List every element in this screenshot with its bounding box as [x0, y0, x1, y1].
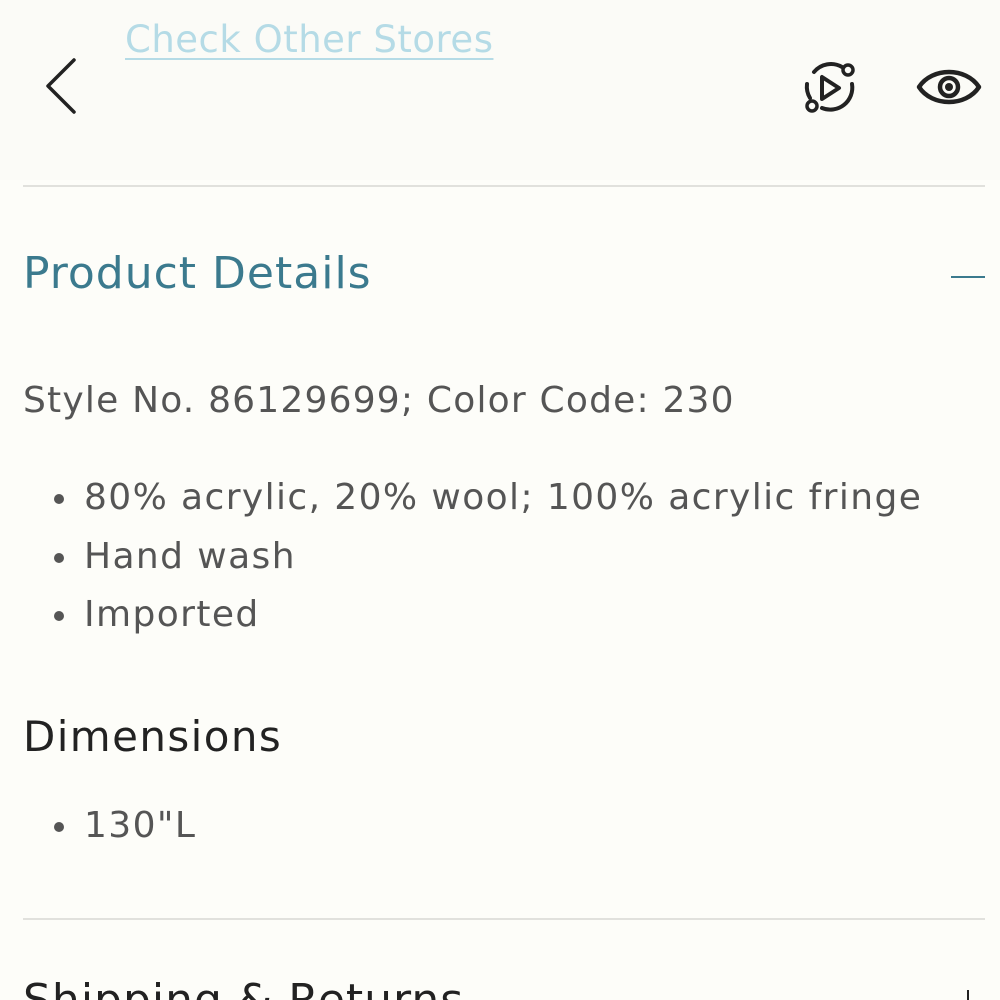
check-other-stores-link[interactable]: Check Other Stores	[125, 18, 493, 61]
dimensions-heading: Dimensions	[23, 712, 283, 761]
list-item-text: Hand wash	[84, 535, 296, 577]
minus-icon	[951, 276, 985, 278]
shipping-returns-title[interactable]: Shipping & Returns	[23, 975, 464, 1000]
list-item: 80% acrylic, 20% wool; 100% acrylic frin…	[50, 474, 922, 533]
list-item: Imported	[50, 591, 922, 650]
expand-toggle[interactable]	[948, 978, 988, 1000]
style-number-text: Style No. 86129699; Color Code: 230	[23, 380, 735, 421]
collapse-toggle[interactable]	[948, 262, 988, 292]
video-button[interactable]	[798, 58, 862, 118]
product-details-list: 80% acrylic, 20% wool; 100% acrylic frin…	[50, 474, 922, 650]
section-divider	[23, 918, 985, 920]
product-details-page: Check Other Stores Product Details Style…	[0, 0, 1000, 1000]
top-bar: Check Other Stores	[0, 0, 1000, 180]
back-button[interactable]	[38, 55, 88, 117]
plus-icon	[967, 990, 969, 1000]
bullet-dot	[54, 494, 64, 504]
bullet-dot	[54, 611, 64, 621]
list-item-text: 80% acrylic, 20% wool; 100% acrylic frin…	[84, 477, 923, 518]
list-item: 130"L	[50, 802, 196, 861]
eye-icon	[916, 69, 982, 105]
list-item-text: Imported	[84, 594, 260, 635]
chevron-left-icon	[46, 58, 76, 114]
bullet-dot	[54, 822, 64, 832]
bullet-dot	[54, 552, 64, 563]
list-item-text: 130"L	[84, 805, 197, 846]
top-divider	[23, 185, 985, 187]
product-details-title[interactable]: Product Details	[23, 248, 372, 299]
play-circle-icon	[804, 62, 855, 113]
list-item: Hand wash	[50, 533, 922, 592]
dimensions-list: 130"L	[50, 802, 196, 861]
view-button[interactable]	[914, 58, 984, 116]
